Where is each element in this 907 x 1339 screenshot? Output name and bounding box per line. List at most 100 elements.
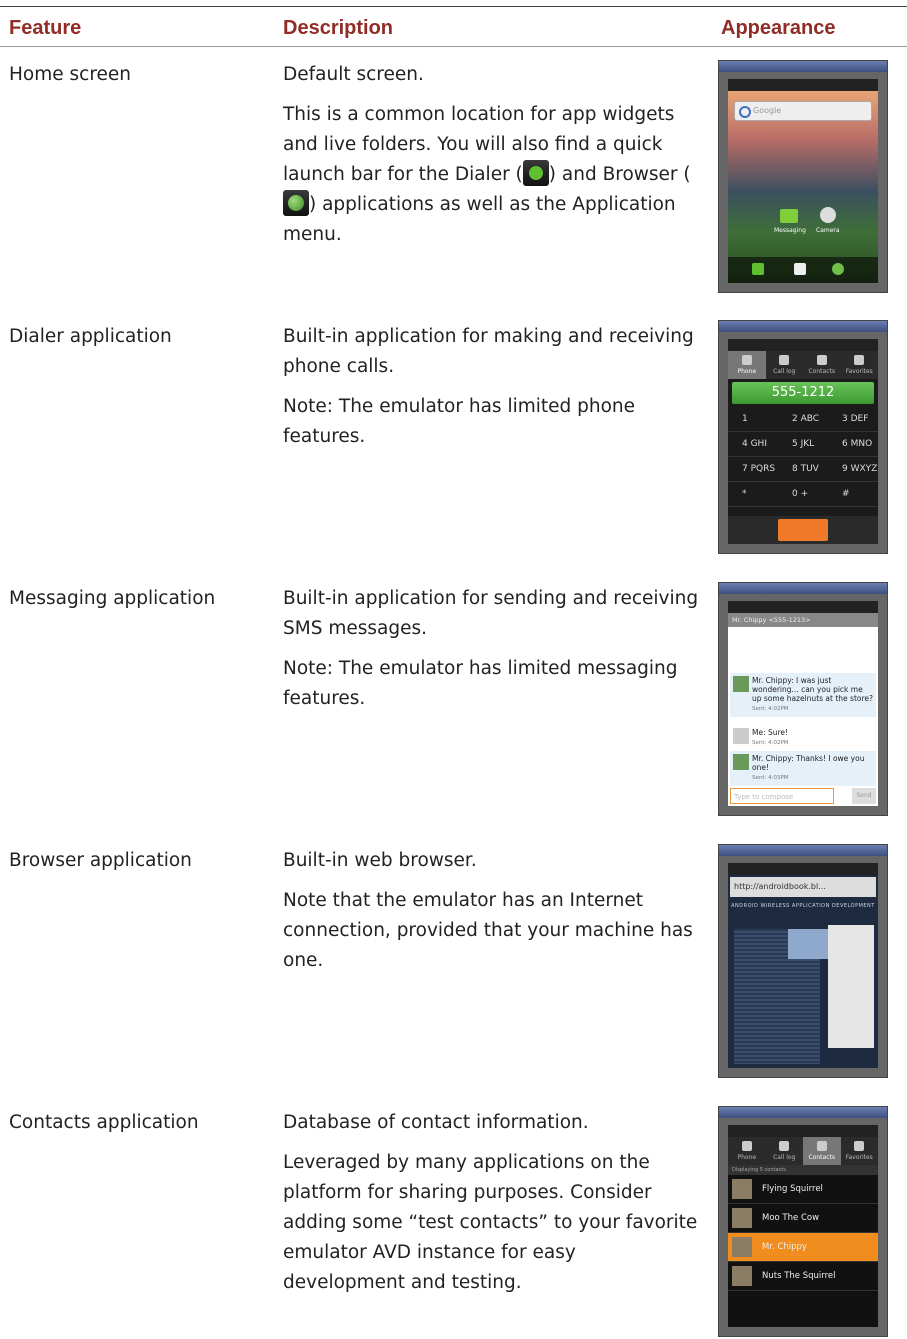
keypad-key: * bbox=[728, 482, 778, 507]
keypad-key: 0 + bbox=[778, 482, 828, 507]
avatar bbox=[733, 676, 749, 692]
blog-header: ANDROID WIRELESS APPLICATION DEVELOPMENT bbox=[731, 903, 875, 909]
browser-screenshot: http://androidbook.bl... ANDROID WIRELES… bbox=[718, 844, 888, 1078]
feature-description: Built-in application for making and rece… bbox=[283, 322, 703, 462]
feature-name: Contacts application bbox=[9, 1112, 199, 1133]
keypad-key: 7 PQRS bbox=[728, 457, 778, 482]
keypad-key: 6 MNO bbox=[828, 432, 878, 457]
widget-label: Camera bbox=[816, 227, 840, 234]
dialer-screenshot: Phone Call log Contacts Favorites 555-12… bbox=[718, 320, 888, 554]
window-titlebar bbox=[719, 1107, 887, 1118]
contacts-tabs: Phone Call log Contacts Favorites bbox=[728, 1137, 878, 1165]
status-bar bbox=[728, 863, 878, 875]
google-search-widget: Google bbox=[734, 101, 872, 121]
tab-favorites: Favorites bbox=[841, 351, 879, 379]
tab-phone: Phone bbox=[728, 1137, 766, 1165]
blog-image bbox=[788, 929, 828, 959]
feature-description: Built-in web browser. Note that the emul… bbox=[283, 846, 703, 986]
description-text: Database of contact information. bbox=[283, 1112, 589, 1133]
message-text: Me: Sure! bbox=[752, 728, 789, 737]
keypad-key: 8 TUV bbox=[778, 457, 828, 482]
emulator-screen: Mr. Chippy <555-1213> Mr. Chippy: I was … bbox=[728, 601, 878, 806]
keypad-key: 4 GHI bbox=[728, 432, 778, 457]
header-description: Description bbox=[283, 17, 394, 39]
compose-field: Type to compose bbox=[730, 788, 834, 804]
message-time: Sent: 4:02PM bbox=[752, 740, 789, 746]
table-header: Feature Description Appearance bbox=[0, 14, 907, 44]
url-bar: http://androidbook.bl... bbox=[730, 877, 876, 897]
dialed-number: 555-1212 bbox=[732, 382, 874, 404]
feature-name: Dialer application bbox=[9, 326, 172, 347]
tab-contacts: Contacts bbox=[803, 1137, 841, 1165]
dialer-action-bar bbox=[728, 516, 878, 544]
dialer-icon bbox=[752, 263, 764, 275]
feature-description: Built-in application for sending and rec… bbox=[283, 584, 703, 724]
avatar bbox=[733, 728, 749, 744]
contacts-screenshot: Phone Call log Contacts Favorites Displa… bbox=[718, 1106, 888, 1337]
dial-keypad: 1 2 ABC 3 DEF 4 GHI 5 JKL 6 MNO 7 PQRS 8… bbox=[728, 407, 878, 507]
keypad-key: # bbox=[828, 482, 878, 507]
keypad-key: 3 DEF bbox=[828, 407, 878, 432]
message-bubble: Mr. Chippy: I was just wondering... can … bbox=[730, 673, 876, 717]
description-text: Built-in application for sending and rec… bbox=[283, 588, 699, 639]
messaging-screenshot: Mr. Chippy <555-1213> Mr. Chippy: I was … bbox=[718, 582, 888, 816]
conversation-title: Mr. Chippy <555-1213> bbox=[728, 613, 878, 627]
contact-row: Flying Squirrel bbox=[728, 1175, 878, 1204]
browser-icon bbox=[283, 190, 309, 216]
avatar bbox=[733, 754, 749, 770]
tab-contacts: Contacts bbox=[803, 351, 841, 379]
emulator-screen: Google Messaging Camera bbox=[728, 79, 878, 283]
message-bubble: Me: Sure! Sent: 4:02PM bbox=[730, 725, 876, 751]
dialer-icon bbox=[522, 160, 549, 186]
top-rule bbox=[0, 6, 907, 7]
contacts-count: Displaying 5 contacts bbox=[728, 1165, 878, 1175]
emulator-screen: Phone Call log Contacts Favorites 555-12… bbox=[728, 339, 878, 544]
tab-call-log: Call log bbox=[766, 1137, 804, 1165]
feature-description: Default screen. This is a common locatio… bbox=[283, 60, 703, 260]
message-time: Sent: 4:02PM bbox=[752, 706, 789, 712]
status-bar bbox=[728, 1125, 878, 1137]
feature-name: Browser application bbox=[9, 850, 192, 871]
message-bubble: Mr. Chippy: Thanks! I owe you one! Sent:… bbox=[730, 751, 876, 786]
feature-description: Database of contact information. Leverag… bbox=[283, 1108, 703, 1308]
description-text: Leveraged by many applications on the pl… bbox=[283, 1152, 698, 1293]
launch-dock bbox=[728, 257, 878, 283]
camera-icon bbox=[820, 207, 836, 223]
keypad-key: 1 bbox=[728, 407, 778, 432]
description-fragment: ) applications as well as the Applicatio… bbox=[283, 194, 676, 245]
description-text: Note: The emulator has limited phone fea… bbox=[283, 396, 636, 447]
tab-favorites: Favorites bbox=[841, 1137, 879, 1165]
window-titlebar bbox=[719, 845, 887, 856]
message-time: Sent: 4:03PM bbox=[752, 775, 789, 781]
widget-label: Messaging bbox=[774, 227, 806, 234]
feature-name: Messaging application bbox=[9, 588, 216, 609]
message-text: Mr. Chippy: I was just wondering... can … bbox=[752, 676, 873, 703]
window-titlebar bbox=[719, 321, 887, 332]
description-text: Built-in web browser. bbox=[283, 850, 477, 871]
keypad-key: 2 ABC bbox=[778, 407, 828, 432]
contact-row: Moo The Cow bbox=[728, 1204, 878, 1233]
message-text: Mr. Chippy: Thanks! I owe you one! bbox=[752, 754, 865, 772]
keypad-key: 9 WXYZ bbox=[828, 457, 878, 482]
status-bar bbox=[728, 79, 878, 91]
description-text: Default screen. bbox=[283, 64, 424, 85]
call-button bbox=[778, 519, 828, 541]
description-text: Note that the emulator has an Internet c… bbox=[283, 890, 693, 971]
header-feature: Feature bbox=[9, 17, 82, 39]
app-menu-icon bbox=[794, 263, 806, 275]
emulator-screen: Phone Call log Contacts Favorites Displa… bbox=[728, 1125, 878, 1327]
messaging-icon bbox=[780, 209, 798, 223]
status-bar bbox=[728, 339, 878, 351]
description-text: Built-in application for making and rece… bbox=[283, 326, 694, 377]
window-titlebar bbox=[719, 61, 887, 72]
contact-row: Nuts The Squirrel bbox=[728, 1262, 878, 1291]
blog-sidebar bbox=[828, 925, 874, 1048]
tab-phone: Phone bbox=[728, 351, 766, 379]
description-text: This is a common location for app widget… bbox=[283, 100, 703, 250]
emulator-screen: http://androidbook.bl... ANDROID WIRELES… bbox=[728, 863, 878, 1068]
dialer-tabs: Phone Call log Contacts Favorites bbox=[728, 351, 878, 379]
send-button: Send bbox=[852, 788, 876, 804]
description-fragment: ) and Browser ( bbox=[548, 164, 691, 185]
keypad-key: 5 JKL bbox=[778, 432, 828, 457]
tab-call-log: Call log bbox=[766, 351, 804, 379]
